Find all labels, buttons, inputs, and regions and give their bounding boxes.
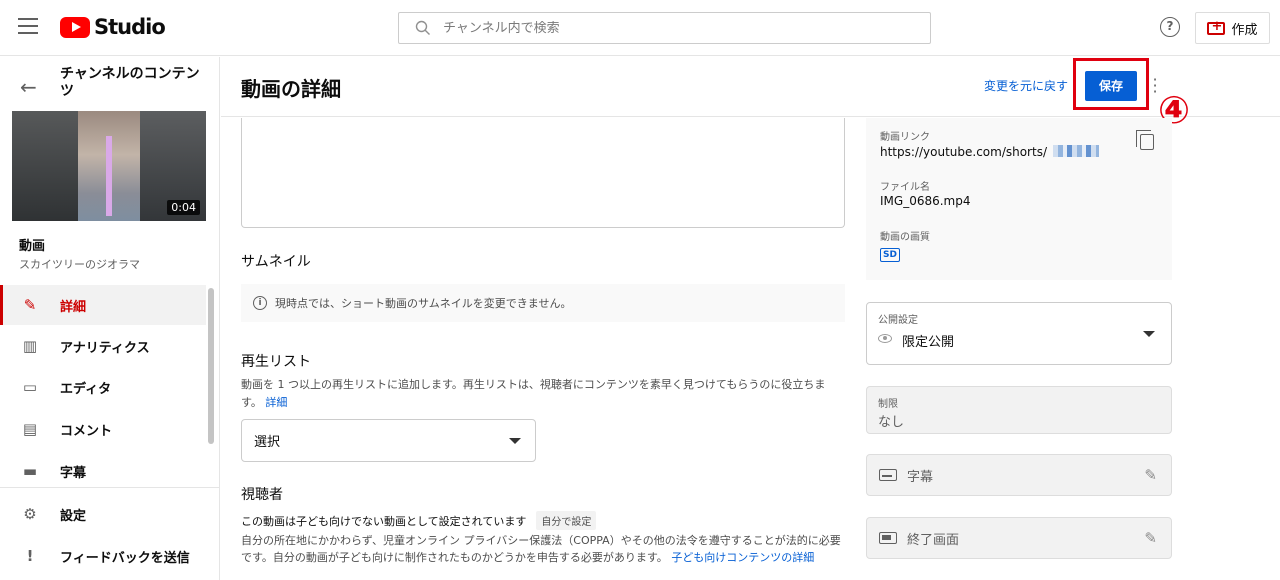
audience-heading: 視聴者 xyxy=(241,487,283,503)
video-name: スカイツリーのジオラマ xyxy=(19,258,140,271)
subtitles-icon xyxy=(879,469,897,481)
copy-icon[interactable] xyxy=(1136,130,1154,150)
undo-changes-button[interactable]: 変更を元に戻す xyxy=(984,77,1068,94)
thumbnail-info: i 現時点では、ショート動画のサムネイルを変更できません。 xyxy=(241,284,845,322)
save-button[interactable]: 保存 xyxy=(1085,71,1137,101)
filename-label: ファイル名 xyxy=(880,182,930,193)
comment-icon: ▤ xyxy=(22,420,38,438)
restriction-label: 制限 xyxy=(878,399,898,410)
sidebar-item-label: 詳細 xyxy=(60,299,87,315)
gear-icon: ⚙ xyxy=(23,505,37,523)
sidebar-item-label: コメント xyxy=(60,423,113,439)
logo-text: Studio xyxy=(94,15,166,39)
feedback-icon: ! xyxy=(26,547,34,565)
playlist-select-value: 選択 xyxy=(254,435,281,450)
menu-icon[interactable] xyxy=(18,18,38,34)
create-button[interactable]: 作成 xyxy=(1195,12,1270,44)
edit-pencil-icon[interactable]: ✎ xyxy=(1144,529,1157,547)
end-screen-label: 終了画面 xyxy=(907,532,960,548)
sidebar-item-label: 字幕 xyxy=(60,465,87,481)
video-label: 動画 xyxy=(19,239,46,254)
video-link-label: 動画リンク xyxy=(880,132,930,143)
playlist-description: 動画を 1 つ以上の再生リストに追加します。再生リストは、視聴者にコンテンツを素… xyxy=(241,376,845,412)
playlist-heading: 再生リスト xyxy=(241,354,311,370)
sidebar-item-editor[interactable]: ▭ エディタ xyxy=(0,367,206,407)
back-arrow-icon[interactable]: ← xyxy=(20,75,37,99)
create-label: 作成 xyxy=(1231,22,1258,38)
video-thumbnail[interactable]: 0:04 xyxy=(12,111,206,221)
dropdown-arrow-icon xyxy=(509,437,521,444)
sd-quality-icon: SD xyxy=(880,248,900,262)
sidebar-item-feedback[interactable]: ! フィードバックを送信 xyxy=(0,536,206,576)
audience-status: この動画は子ども向けでない動画として設定されています xyxy=(241,514,527,528)
audience-description: 自分の所在地にかかわらず、児童オンライン プライバシー保護法（COPPA）やその… xyxy=(241,532,845,566)
video-link[interactable]: https://youtube.com/shorts/ xyxy=(880,145,1047,159)
sidebar-item-details[interactable]: ✎ 詳細 xyxy=(0,285,206,325)
editor-icon: ▭ xyxy=(22,378,38,396)
search-icon xyxy=(415,20,430,35)
sidebar-item-settings[interactable]: ⚙ 設定 xyxy=(0,494,206,534)
restriction-field: 制限 なし xyxy=(866,386,1172,434)
subtitles-label: 字幕 xyxy=(907,469,934,485)
dropdown-arrow-icon xyxy=(1143,331,1155,337)
sidebar-item-label: アナリティクス xyxy=(60,340,150,356)
audience-status-row: この動画は子ども向けでない動画として設定されています 自分で設定 xyxy=(241,511,597,530)
create-video-icon xyxy=(1207,19,1226,35)
sidebar-scrollbar[interactable] xyxy=(208,288,214,444)
sidebar-item-label: エディタ xyxy=(60,381,112,397)
kids-content-link[interactable]: 子ども向けコンテンツの詳細 xyxy=(671,551,814,564)
subtitles-icon: ▬ xyxy=(22,462,38,480)
info-icon: i xyxy=(253,296,267,310)
search-input[interactable] xyxy=(443,20,883,36)
sidebar-divider xyxy=(0,487,219,488)
page-header: 動画の詳細 変更を元に戻す 保存 · · · ④ xyxy=(221,57,1280,132)
page-title: 動画の詳細 xyxy=(241,77,341,101)
edit-pencil-icon[interactable]: ✎ xyxy=(1144,466,1157,484)
sidebar: ← チャンネルのコンテンツ 0:04 動画 スカイツリーのジオラマ ✎ 詳細 ▥… xyxy=(0,57,220,580)
playlist-details-link[interactable]: 詳細 xyxy=(265,396,287,409)
sidebar-item-label: 設定 xyxy=(60,508,87,524)
youtube-play-icon xyxy=(60,16,90,38)
sidebar-item-label: フィードバックを送信 xyxy=(60,550,190,566)
sidebar-item-comments[interactable]: ▤ コメント xyxy=(0,409,206,449)
duration-badge: 0:04 xyxy=(167,200,200,215)
playlist-desc-text: 動画を 1 つ以上の再生リストに追加します。再生リストは、視聴者にコンテンツを素… xyxy=(241,378,826,409)
top-bar: Studio ? 作成 xyxy=(0,0,1280,56)
subtitles-field[interactable]: 字幕 ✎ xyxy=(866,454,1172,496)
end-screen-icon xyxy=(879,532,897,544)
visibility-value: 限定公開 xyxy=(902,335,955,350)
analytics-icon: ▥ xyxy=(22,337,38,355)
thumbnail-info-text: 現時点では、ショート動画のサムネイルを変更できません。 xyxy=(275,297,572,310)
thumbnail-heading: サムネイル xyxy=(241,254,311,270)
help-icon[interactable]: ? xyxy=(1160,17,1180,37)
redacted-link-id xyxy=(1053,145,1099,157)
visibility-label: 公開設定 xyxy=(878,315,918,326)
sidebar-title[interactable]: チャンネルのコンテンツ xyxy=(60,66,210,100)
description-field[interactable] xyxy=(241,118,845,228)
self-set-badge: 自分で設定 xyxy=(536,511,597,530)
video-info-card: 動画リンク https://youtube.com/shorts/ ファイル名 … xyxy=(866,118,1172,280)
sidebar-item-analytics[interactable]: ▥ アナリティクス xyxy=(0,326,206,366)
studio-logo[interactable]: Studio xyxy=(60,15,166,39)
playlist-select[interactable]: 選択 xyxy=(241,419,536,462)
quality-label: 動画の画質 xyxy=(880,232,930,243)
filename-value: IMG_0686.mp4 xyxy=(880,194,971,208)
pencil-icon: ✎ xyxy=(23,296,37,314)
restriction-value: なし xyxy=(878,415,905,430)
end-screen-field[interactable]: 終了画面 ✎ xyxy=(866,517,1172,559)
eye-icon xyxy=(878,334,892,343)
sidebar-item-subtitles[interactable]: ▬ 字幕 xyxy=(0,451,206,491)
visibility-select[interactable]: 公開設定 限定公開 xyxy=(866,302,1172,365)
search-bar[interactable] xyxy=(398,12,931,44)
